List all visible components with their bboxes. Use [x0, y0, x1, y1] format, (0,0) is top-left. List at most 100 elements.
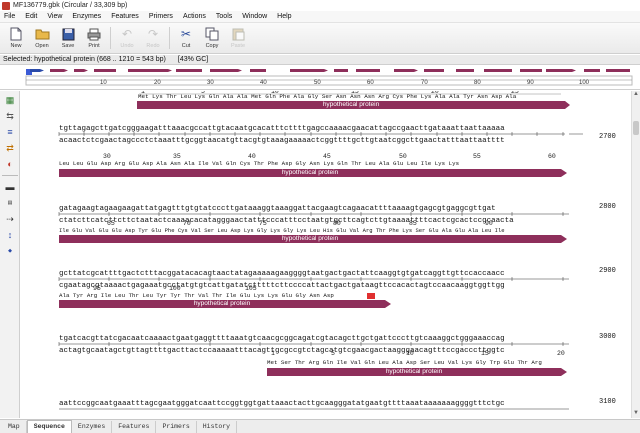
gc-content: [43% GC]: [177, 56, 209, 63]
menu-file[interactable]: File: [4, 13, 15, 20]
translate-icon[interactable]: ⇄: [2, 141, 18, 155]
cca-icon[interactable]: ◆: [2, 244, 18, 258]
map-overview[interactable]: 10 20 30 40 50 60 70 80 90 100: [0, 66, 640, 90]
map-tick: 20: [154, 80, 161, 86]
aa-index: 1: [271, 350, 275, 357]
cut-button[interactable]: ✂ Cut: [174, 23, 198, 53]
print-button[interactable]: Print: [82, 23, 106, 53]
tab-sequence[interactable]: Sequence: [26, 420, 72, 433]
tab-map[interactable]: Map: [2, 421, 27, 433]
vertical-scrollbar[interactable]: ▲ ▼: [631, 91, 640, 418]
dna-bottom-strand[interactable]: acaactctcgaactagccctctaaatttgcggtaacatgt…: [59, 137, 505, 145]
menu-enzymes[interactable]: Enzymes: [72, 13, 101, 20]
app-icon: [2, 1, 10, 10]
map-tick: 90: [527, 80, 534, 86]
toolbar-separator: [169, 27, 170, 49]
new-button[interactable]: New: [4, 23, 28, 53]
undo-icon: ↶: [121, 27, 133, 41]
aa-index: 85: [409, 220, 417, 227]
dna-top-strand[interactable]: gatagaagtagaagaagattatgagtttgtgtatcccttg…: [59, 205, 496, 213]
amino-acid-row: Met Lys Thr Leu Lys Gln Ala Ala Met Gln …: [138, 93, 517, 100]
aa-index: 55: [473, 153, 481, 160]
view-tabs: Map Sequence Enzymes Features Primers Hi…: [0, 419, 640, 433]
menu-features[interactable]: Features: [111, 13, 139, 20]
menu-window[interactable]: Window: [242, 13, 267, 20]
toolbar-separator: [110, 27, 111, 49]
position-number: 2700: [599, 133, 616, 141]
orf-icon[interactable]: ⇢: [2, 212, 18, 226]
feature-label: hypothetical protein: [322, 101, 380, 108]
menu-edit[interactable]: Edit: [25, 13, 37, 20]
floppy-disk-icon: [60, 26, 76, 42]
aa-index: 35: [173, 153, 181, 160]
select-tool-icon[interactable]: ▦: [2, 93, 18, 107]
selection-text: Selected: hypothetical protein (668 .. 1…: [3, 56, 166, 63]
dna-top-strand[interactable]: tgttagagcttgatcgggaagatttaaacgccattgtaca…: [59, 125, 505, 133]
enzyme-icon[interactable]: ▬: [2, 180, 18, 194]
selection-status: Selected: hypothetical protein (668 .. 1…: [0, 55, 640, 65]
aa-index: 40: [248, 153, 256, 160]
menu-help[interactable]: Help: [277, 13, 291, 20]
aa-index: 70: [183, 220, 191, 227]
aa-index: 75: [259, 220, 267, 227]
aa-index: 65: [107, 220, 115, 227]
map-tick: 60: [367, 80, 374, 86]
position-number: 3100: [599, 398, 616, 406]
undo-button[interactable]: ↶ Undo: [115, 23, 139, 53]
sequence-view[interactable]: 1 5 10 15 20 25 Met Lys Thr Leu Lys Gln …: [21, 91, 631, 418]
paste-button[interactable]: Paste: [226, 23, 250, 53]
scrollbar-thumb[interactable]: [633, 121, 639, 135]
position-number: 2900: [599, 267, 616, 275]
aa-index: 80: [333, 220, 341, 227]
new-document-icon: [8, 26, 24, 42]
map-tick: 30: [207, 80, 214, 86]
aa-index: 30: [103, 153, 111, 160]
amino-acid-row: Met Ser Thr Arg Gln Ile Val Gln Leu Ala …: [267, 359, 542, 366]
feature-label: hypothetical protein: [385, 368, 443, 375]
map-tick: 50: [314, 80, 321, 86]
aa-index: 45: [323, 153, 331, 160]
dna-top-strand[interactable]: aattccggcaatgaaatttagcgaatgggatcaattccgg…: [59, 400, 505, 408]
feature-tool-icon[interactable]: ⇆: [2, 109, 18, 123]
restriction-sites-icon[interactable]: ▤: [2, 196, 18, 210]
window-title: MF136779.gbk (Circular / 33,309 bp): [13, 2, 128, 9]
scroll-up-icon[interactable]: ▲: [632, 91, 640, 99]
aa-index: 15: [481, 350, 489, 357]
dna-top-strand[interactable]: gcttatcgcattttgactctttacggatacacagtaacta…: [59, 270, 505, 278]
dna-bottom-strand[interactable]: actagtgcaatagctgttagttttgacttactccaaaaat…: [59, 347, 505, 355]
position-number: 2800: [599, 203, 616, 211]
circular-icon[interactable]: ◐: [2, 157, 18, 171]
map-tick: 10: [100, 80, 107, 86]
dna-top-strand[interactable]: tgatcacgttatcgacaatcaaaactgaatgaggttttaa…: [59, 335, 505, 343]
tab-primers[interactable]: Primers: [156, 421, 197, 433]
tab-history[interactable]: History: [197, 421, 238, 433]
menu-tools[interactable]: Tools: [216, 13, 232, 20]
zoom-icon[interactable]: ↕: [2, 228, 18, 242]
aa-index: 60: [548, 153, 556, 160]
tab-features[interactable]: Features: [112, 421, 157, 433]
printer-icon: [86, 26, 102, 42]
tab-enzymes[interactable]: Enzymes: [72, 421, 113, 433]
dna-bottom-strand[interactable]: ctatcttcatcttcttctaatactcaaaacacatagggaa…: [59, 217, 514, 225]
save-button[interactable]: Save: [56, 23, 80, 53]
aa-index: 100: [169, 285, 181, 292]
aa-index: 5: [331, 350, 335, 357]
menu-primers[interactable]: Primers: [149, 13, 173, 20]
map-tick: 80: [474, 80, 481, 86]
open-button[interactable]: Open: [30, 23, 54, 53]
menu-view[interactable]: View: [47, 13, 62, 20]
aa-index: 50: [399, 153, 407, 160]
copy-button[interactable]: Copy: [200, 23, 224, 53]
feature-label: hypothetical protein: [281, 169, 339, 176]
scissors-icon: ✂: [180, 27, 192, 41]
menu-actions[interactable]: Actions: [183, 13, 206, 20]
redo-button[interactable]: ↷ Redo: [141, 23, 165, 53]
aa-index: 20: [557, 350, 565, 357]
scroll-down-icon[interactable]: ▼: [632, 410, 640, 418]
stop-codon-marker: [367, 293, 375, 299]
amino-acid-row: Leu Leu Glu Asp Arg Glu Asp Ala Asn Ala …: [59, 160, 460, 167]
title-bar: MF136779.gbk (Circular / 33,309 bp): [0, 0, 640, 11]
map-tick: 40: [260, 80, 267, 86]
double-strand-icon[interactable]: ≡: [2, 125, 18, 139]
dna-bottom-strand[interactable]: cgaatagcgtaaaactgagaaatgcctatgtgtcattgat…: [59, 282, 505, 290]
